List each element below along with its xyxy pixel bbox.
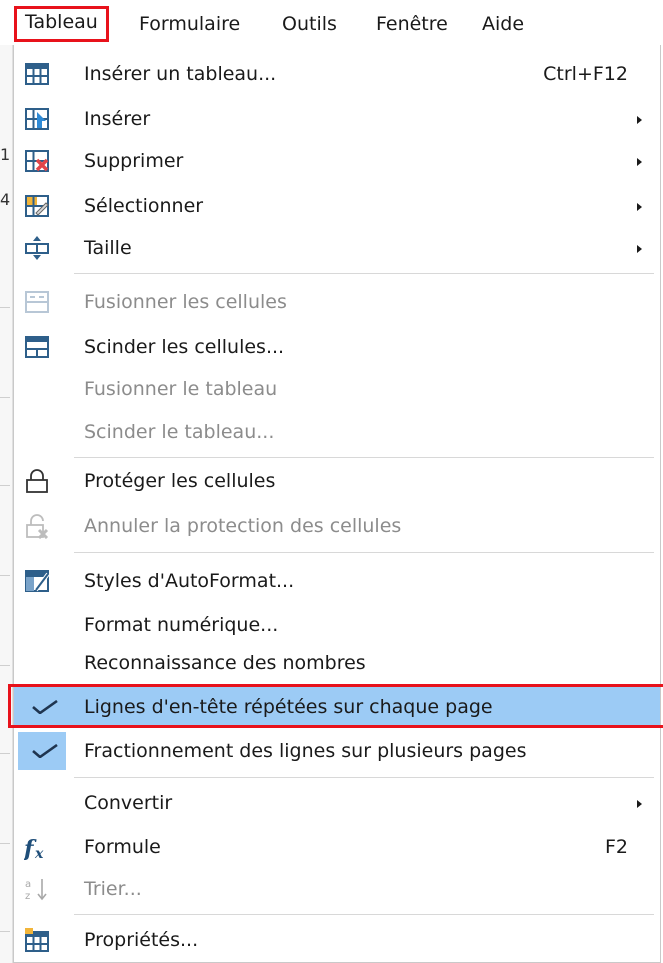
- svg-text:a: a: [25, 879, 31, 890]
- menu-item-delete[interactable]: Supprimer: [14, 140, 660, 182]
- merge-cells-icon: [25, 291, 49, 313]
- menu-item-label: Taille: [84, 237, 132, 259]
- menu-item-label: Annuler la protection des cellules: [84, 515, 402, 537]
- menu-item-label: Propriétés...: [84, 929, 199, 951]
- submenu-arrow-icon: [637, 245, 642, 253]
- menu-separator: [74, 914, 654, 915]
- menu-separator: [74, 457, 654, 458]
- menu-item-split-cells[interactable]: Scinder les cellules...: [14, 326, 660, 368]
- menu-item-sort[interactable]: a z Trier...: [14, 868, 660, 910]
- delete-table-icon: [25, 150, 49, 172]
- menubar: Tableau Formulaire Outils Fenêtre Aide: [0, 0, 663, 45]
- menu-item-split-table[interactable]: Scinder le tableau...: [14, 411, 660, 453]
- menu-item-size[interactable]: Taille: [14, 227, 660, 269]
- menu-item-number-format[interactable]: Format numérique...: [14, 604, 660, 646]
- menu-item-convert[interactable]: Convertir: [14, 782, 660, 824]
- menu-item-unprotect-cells[interactable]: Annuler la protection des cellules: [14, 505, 660, 547]
- formula-fx-icon: f x: [24, 836, 44, 860]
- menu-item-merge-cells[interactable]: Fusionner les cellules: [14, 281, 660, 323]
- menu-item-protect-cells[interactable]: Protéger les cellules: [14, 460, 660, 502]
- doc-edge-char: 1: [0, 145, 11, 164]
- menu-item-select[interactable]: Sélectionner: [14, 185, 660, 227]
- autoformat-icon: [25, 570, 50, 592]
- menu-item-label: Fractionnement des lignes sur plusieurs …: [84, 740, 527, 762]
- table-properties-icon: [25, 928, 49, 952]
- menu-separator: [74, 552, 654, 553]
- document-edge: 1 4: [0, 45, 13, 963]
- menu-item-label: Convertir: [84, 792, 173, 814]
- checkmark-icon: [32, 700, 58, 714]
- menu-item-label: Scinder les cellules...: [84, 336, 285, 358]
- menu-item-properties[interactable]: Propriétés...: [14, 919, 660, 961]
- menu-item-label: Styles d'AutoFormat...: [84, 570, 295, 592]
- menubar-item-fenetre[interactable]: Fenêtre: [368, 8, 456, 40]
- menu-item-label: Scinder le tableau...: [84, 421, 275, 443]
- menu-item-label: Protéger les cellules: [84, 470, 276, 492]
- submenu-arrow-icon: [637, 800, 642, 808]
- menu-item-label: Supprimer: [84, 150, 184, 172]
- svg-text:x: x: [34, 846, 44, 860]
- menu-item-insert-table[interactable]: Insérer un tableau... Ctrl+F12: [14, 53, 660, 95]
- doc-edge-char: 4: [0, 190, 11, 209]
- menu-item-label: Trier...: [84, 878, 142, 900]
- lock-icon: [26, 469, 48, 493]
- menu-item-label: Insérer: [84, 108, 151, 130]
- menu-item-repeat-header-rows[interactable]: Lignes d'en-tête répétées sur chaque pag…: [8, 684, 663, 728]
- submenu-arrow-icon: [637, 158, 642, 166]
- menu-item-label: Reconnaissance des nombres: [84, 652, 366, 674]
- menu-item-label: Insérer un tableau...: [84, 63, 277, 85]
- menu-item-label: Fusionner les cellules: [84, 291, 287, 313]
- menu-separator: [74, 273, 654, 274]
- split-cells-icon: [25, 336, 49, 358]
- menu-item-insert[interactable]: Insérer: [14, 98, 660, 140]
- menubar-item-aide[interactable]: Aide: [474, 8, 532, 40]
- menu-item-shortcut: Ctrl+F12: [543, 63, 628, 85]
- tableau-menu-dropdown: Insérer un tableau... Ctrl+F12 Insérer S…: [8, 45, 663, 963]
- menu-item-label: Format numérique...: [84, 614, 279, 636]
- submenu-arrow-icon: [637, 116, 642, 124]
- submenu-arrow-icon: [637, 203, 642, 211]
- menubar-item-tableau[interactable]: Tableau: [14, 6, 109, 42]
- menubar-item-outils[interactable]: Outils: [274, 8, 345, 40]
- menu-item-label: Formule: [84, 836, 161, 858]
- sort-az-icon: a z: [25, 879, 47, 902]
- menu-item-shortcut: F2: [604, 836, 628, 858]
- menu-item-label: Fusionner le tableau: [84, 378, 278, 400]
- menu-separator: [74, 777, 654, 778]
- menu-item-split-rows-across-pages[interactable]: Fractionnement des lignes sur plusieurs …: [14, 730, 660, 772]
- menu-item-label: Sélectionner: [84, 195, 204, 217]
- menu-item-merge-table[interactable]: Fusionner le tableau: [14, 368, 660, 410]
- insert-rows-icon: [25, 108, 49, 130]
- menu-item-label: Lignes d'en-tête répétées sur chaque pag…: [84, 696, 493, 718]
- select-table-icon: [25, 195, 49, 217]
- svg-text:z: z: [25, 891, 30, 902]
- insert-table-icon: [25, 63, 49, 85]
- menu-item-formula[interactable]: f x Formule F2: [14, 826, 660, 868]
- size-icon: [25, 236, 49, 260]
- menu-item-number-recognition[interactable]: Reconnaissance des nombres: [14, 642, 660, 684]
- menu-item-autoformat[interactable]: Styles d'AutoFormat...: [14, 560, 660, 602]
- menubar-item-formulaire[interactable]: Formulaire: [131, 8, 248, 40]
- unlock-icon: [26, 514, 49, 539]
- checkmark-icon: [32, 744, 58, 758]
